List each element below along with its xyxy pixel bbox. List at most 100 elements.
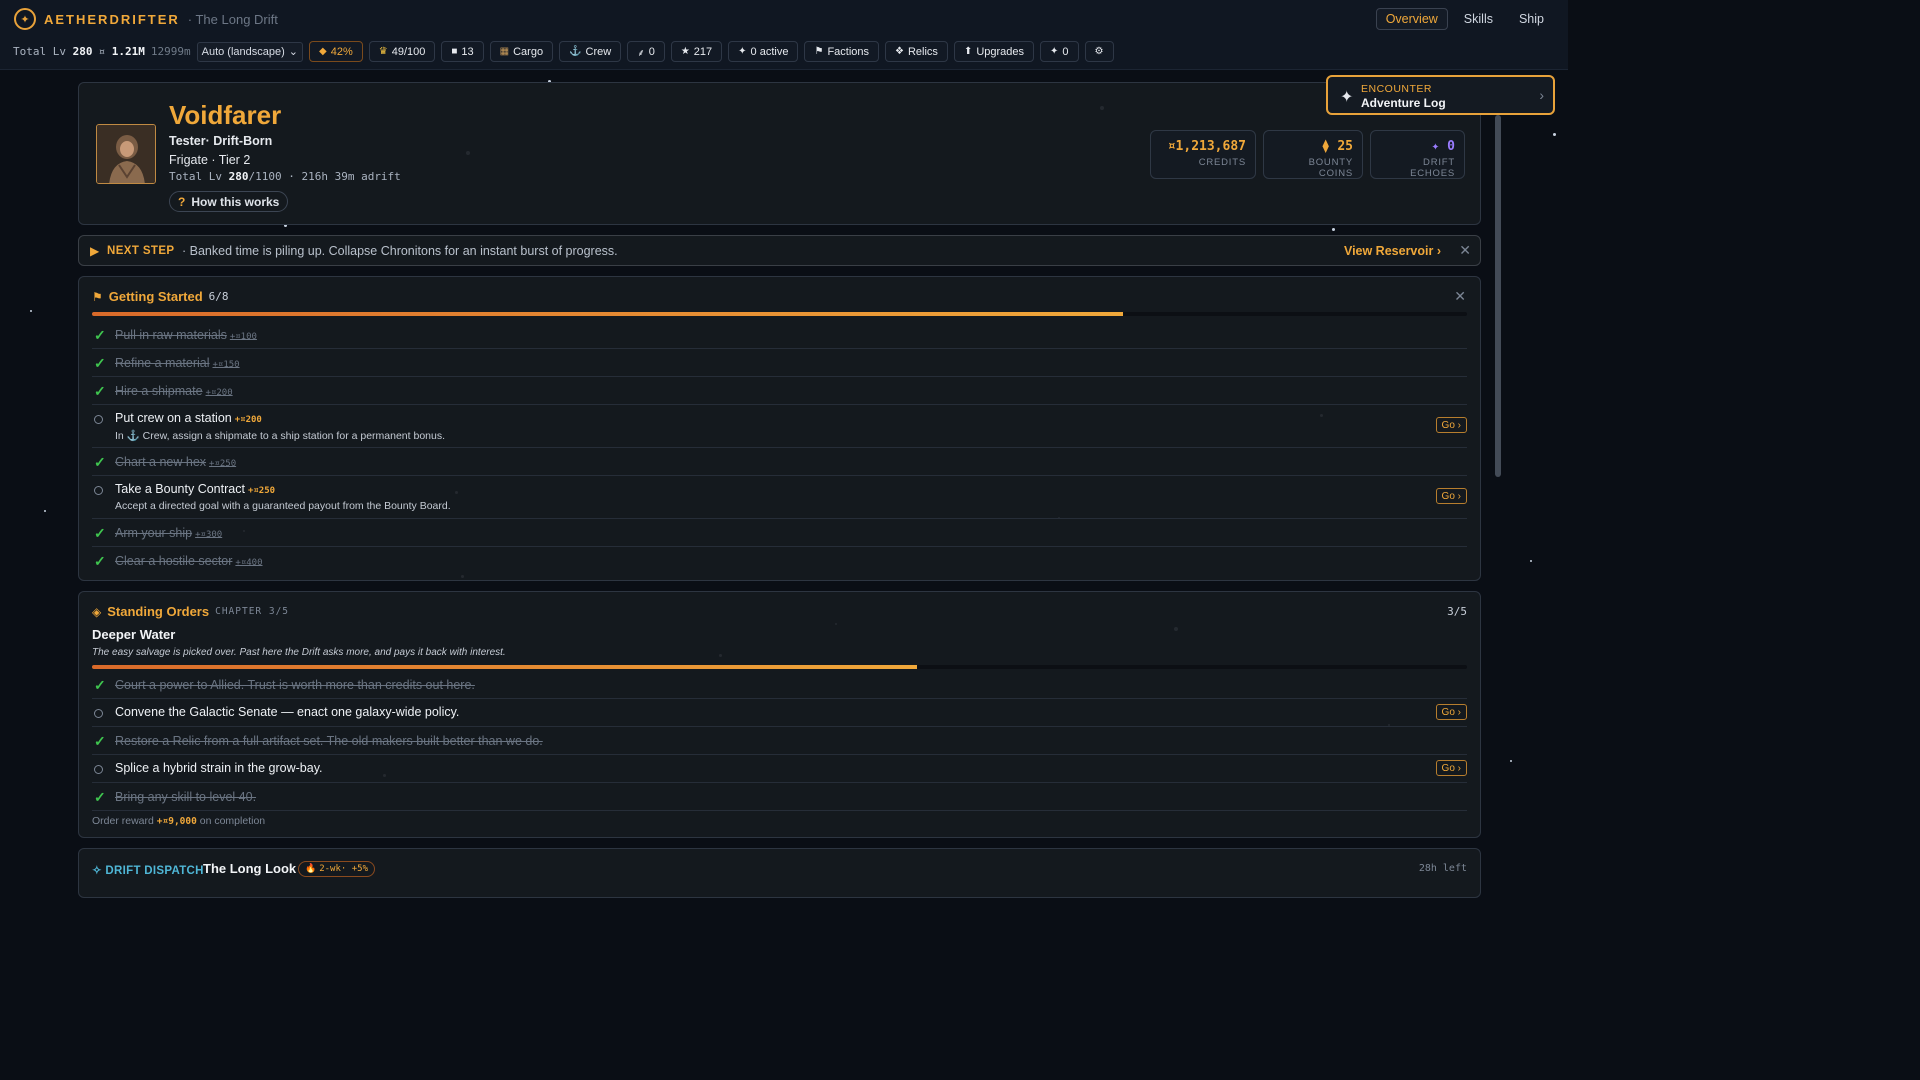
credits-icon: ¤: [98, 45, 106, 58]
player-title: Tester· Drift-Born: [169, 134, 273, 148]
play-arrow-icon: ▶: [90, 244, 100, 258]
list-item: ✓ Chart a new hex +¤250: [92, 448, 1467, 476]
pill-cargo[interactable]: ▦ Cargo: [489, 41, 554, 62]
level-and-time: Total Lv 280/1100 · 216h 39m adrift: [169, 170, 401, 183]
item-label: Hire a shipmate +¤200: [115, 384, 233, 398]
check-icon: ✓: [94, 677, 106, 693]
circle-icon: [94, 765, 103, 774]
drift-echoes-box: ✦ 0 DRIFT ECHOES: [1370, 130, 1465, 179]
go-button[interactable]: Go ›: [1435, 488, 1467, 504]
encounter-title: Adventure Log: [1361, 96, 1446, 110]
pill-label: Factions: [827, 45, 870, 58]
pill-label: 0: [1062, 45, 1069, 58]
how-this-works-button[interactable]: ? How this works: [169, 191, 289, 212]
pill-label: Upgrades: [976, 45, 1025, 58]
item-text: Pull in raw materials: [115, 328, 227, 342]
drift-echoes-value: ✦ 0: [1431, 139, 1455, 154]
go-button[interactable]: Go ›: [1435, 760, 1467, 776]
dispatch-label: ✧ DRIFT DISPATCH: [92, 865, 204, 877]
check-icon: ✓: [94, 553, 106, 569]
star-icon: ★: [680, 46, 690, 57]
level-value: 280: [228, 170, 249, 183]
pill-active-effects[interactable]: ✦ 0 active: [728, 41, 799, 62]
item-description: Accept a directed goal with a guaranteed…: [115, 500, 451, 512]
circle-icon: [94, 709, 103, 718]
view-reservoir-link[interactable]: View Reservoir ›: [1344, 244, 1441, 258]
credits-label: CREDITS: [1198, 157, 1246, 168]
item-label: Bring any skill to level 40.: [115, 790, 257, 804]
status-row: Total Lv 280 ¤ 1.21M 12999m Auto (landsc…: [13, 41, 1114, 62]
item-text: Hire a shipmate: [115, 384, 203, 398]
pill-growth[interactable]: ⸙ 0: [627, 41, 665, 62]
pill-stars[interactable]: ★ 217: [670, 41, 723, 62]
sparkle-icon: ✦: [1340, 89, 1354, 106]
level-suffix: /1100 · 216h 39m adrift: [248, 170, 401, 183]
item-reward: +¤250: [247, 486, 276, 496]
dispatch-title: The Long Look: [203, 861, 297, 876]
item-text: Chart a new hex: [115, 455, 207, 469]
layout-mode-select[interactable]: Auto (landscape) ⌄: [196, 41, 303, 62]
item-label: Splice a hybrid strain in the grow-bay.: [115, 761, 323, 775]
item-label: Put crew on a station +¤200: [115, 411, 262, 425]
item-label: Arm your ship +¤300: [115, 526, 222, 540]
reward-prefix: Order reward: [92, 815, 154, 827]
pill-progress[interactable]: ◆ 42%: [309, 41, 363, 62]
dispatch-badge-text: 2-wk· +5%: [319, 864, 368, 874]
pill-achievements[interactable]: ♛ 49/100: [368, 41, 436, 62]
item-label: Chart a new hex +¤250: [115, 455, 236, 469]
pill-cards[interactable]: ■ 13: [441, 41, 484, 62]
relic-icon: ❖: [895, 46, 904, 57]
go-button[interactable]: Go ›: [1435, 417, 1467, 433]
drift-dispatch-panel[interactable]: ✧ DRIFT DISPATCH The Long Look 🔥 2-wk· +5…: [78, 848, 1481, 898]
pill-relics[interactable]: ❖ Relics: [885, 41, 948, 62]
check-icon: ✓: [94, 525, 106, 541]
getting-started-header: ⚑ Getting Started 6/8: [92, 289, 229, 304]
item-label: Pull in raw materials +¤100: [115, 328, 257, 342]
pill-echoes[interactable]: ✦ 0: [1040, 41, 1079, 62]
avatar[interactable]: [96, 124, 156, 184]
item-reward: +¤150: [212, 360, 240, 370]
chevron-down-icon: ⌄: [288, 46, 298, 58]
progress-fill: [92, 312, 1124, 316]
getting-started-progress: [92, 312, 1467, 316]
chevron-right-icon: ›: [1539, 87, 1544, 103]
bounty-coins-value: ⧫ 25: [1321, 139, 1353, 154]
sparkle-icon: ✦: [1050, 46, 1059, 57]
tab-ship[interactable]: Ship: [1509, 8, 1554, 30]
chapter-label: CHAPTER 3/5: [215, 606, 290, 617]
item-text: Refine a material: [115, 356, 210, 370]
brand: ✦ AETHERDRIFTER · The Long Drift: [14, 8, 278, 30]
standing-orders-title: Standing Orders: [107, 604, 210, 619]
flame-icon: 🔥: [305, 864, 317, 874]
check-icon: ✓: [94, 454, 106, 470]
list-item: ✓ Restore a Relic from a full artifact s…: [92, 727, 1467, 755]
next-step-text: · Banked time is piling up. Collapse Chr…: [182, 244, 618, 258]
item-reward: +¤100: [229, 332, 257, 342]
diamond-icon: ◆: [319, 46, 327, 57]
item-label: Clear a hostile sector +¤400: [115, 554, 263, 568]
pill-crew[interactable]: ⚓ Crew: [559, 41, 622, 62]
tab-overview[interactable]: Overview: [1375, 8, 1448, 30]
list-item: ✓ Hire a shipmate +¤200: [92, 377, 1467, 405]
item-reward: +¤300: [195, 530, 223, 540]
pill-factions[interactable]: ⚑ Factions: [804, 41, 880, 62]
layout-mode-value: Auto (landscape): [201, 45, 285, 58]
app-name: AETHERDRIFTER: [44, 11, 180, 27]
tab-skills[interactable]: Skills: [1454, 8, 1503, 30]
standing-orders-panel: ◈ Standing Orders CHAPTER 3/5 3/5 Deeper…: [78, 591, 1481, 838]
pill-upgrades[interactable]: ⬆ Upgrades: [953, 41, 1035, 62]
standing-orders-count: 3/5: [1447, 605, 1467, 618]
standing-orders-header: ◈ Standing Orders CHAPTER 3/5: [92, 604, 289, 619]
go-button[interactable]: Go ›: [1435, 704, 1467, 720]
settings-button[interactable]: ⚙: [1084, 41, 1114, 62]
close-icon[interactable]: ✕: [1459, 242, 1471, 259]
scrollbar[interactable]: [1495, 115, 1501, 477]
item-text: Arm your ship: [115, 526, 193, 540]
dispatch-time-left: 28h left: [1418, 863, 1467, 874]
close-icon[interactable]: ✕: [1454, 288, 1466, 305]
encounter-card[interactable]: ✦ ENCOUNTER Adventure Log ›: [1326, 75, 1555, 115]
list-item: Splice a hybrid strain in the grow-bay. …: [92, 755, 1467, 783]
standing-orders-progress: [92, 665, 1467, 669]
main-nav: Overview Skills Ship: [1375, 8, 1554, 30]
gear-icon: ⚙: [1094, 46, 1104, 57]
